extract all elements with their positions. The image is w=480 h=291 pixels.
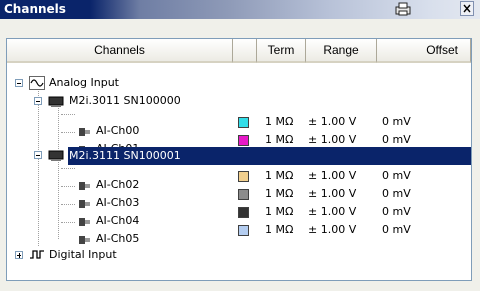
tree-node-digital-input[interactable]: Digital Input [49, 246, 117, 264]
channel-plug-icon [78, 198, 92, 213]
window-titlebar: Channels [0, 0, 480, 19]
tree-node-device-2-selected[interactable]: M2i.3111 SN100001 [68, 147, 471, 165]
print-icon[interactable] [395, 2, 411, 16]
tree-line [61, 222, 75, 223]
offset-value: 0 mV [382, 115, 411, 128]
channel-plug-icon [78, 126, 92, 141]
collapse-toggle-analog[interactable] [15, 79, 23, 87]
analog-signal-icon [29, 76, 45, 93]
digitizer-card-icon [48, 148, 64, 165]
range-value: ± 1.00 V [308, 205, 357, 218]
offset-value: 0 mV [382, 169, 411, 182]
channel-plug-icon [78, 216, 92, 231]
channel-color-swatch[interactable] [238, 135, 249, 146]
collapse-toggle-device-1[interactable] [34, 97, 42, 105]
tree-line [61, 132, 75, 133]
tree-line [38, 87, 39, 246]
tree-node-channel[interactable]: AI-Ch03 [96, 194, 139, 212]
tree-line [61, 186, 75, 187]
channel-color-swatch[interactable] [238, 225, 249, 236]
tree-line [61, 114, 75, 115]
range-value: ± 1.00 V [308, 115, 357, 128]
term-value: 1 MΩ [265, 187, 294, 200]
term-value: 1 MΩ [265, 169, 294, 182]
column-header-color[interactable] [233, 39, 257, 63]
channel-color-swatch[interactable] [238, 189, 249, 200]
tree-line [58, 105, 59, 149]
term-value: 1 MΩ [265, 223, 294, 236]
digital-signal-icon [29, 248, 45, 265]
range-value: ± 1.00 V [308, 187, 357, 200]
term-value: 1 MΩ [265, 133, 294, 146]
collapse-toggle-device-2[interactable] [34, 151, 42, 159]
column-header-channels[interactable]: Channels [7, 39, 233, 63]
term-value: 1 MΩ [265, 205, 294, 218]
offset-value: 0 mV [382, 187, 411, 200]
tree-node-channel[interactable]: AI-Ch02 [96, 176, 139, 194]
tree-line [61, 168, 75, 169]
column-header-offset[interactable]: Offset [377, 39, 471, 63]
tree-node-device-1[interactable]: M2i.3011 SN100000 [69, 92, 181, 110]
range-value: ± 1.00 V [308, 169, 357, 182]
window-title: Channels [4, 2, 66, 16]
column-header-range[interactable]: Range [306, 39, 377, 63]
offset-value: 0 mV [382, 205, 411, 218]
channel-color-swatch[interactable] [238, 207, 249, 218]
channel-color-swatch[interactable] [238, 117, 249, 128]
channels-tree-panel: Channels Term Range Offset Analog Input … [6, 38, 472, 281]
expand-toggle-digital[interactable] [15, 251, 23, 259]
digitizer-card-icon [48, 94, 64, 111]
channel-plug-icon [78, 180, 92, 195]
column-header-term[interactable]: Term [257, 39, 306, 63]
offset-value: 0 mV [382, 223, 411, 236]
offset-value: 0 mV [382, 133, 411, 146]
tree-line [61, 204, 75, 205]
range-value: ± 1.00 V [308, 133, 357, 146]
tree-line [58, 159, 59, 239]
term-value: 1 MΩ [265, 115, 294, 128]
channel-color-swatch[interactable] [238, 171, 249, 182]
close-icon[interactable] [460, 1, 474, 16]
tree-node-channel[interactable]: AI-Ch04 [96, 212, 139, 230]
tree-node-analog-input[interactable]: Analog Input [49, 74, 119, 92]
range-value: ± 1.00 V [308, 223, 357, 236]
tree-node-channel[interactable]: AI-Ch00 [96, 122, 139, 140]
